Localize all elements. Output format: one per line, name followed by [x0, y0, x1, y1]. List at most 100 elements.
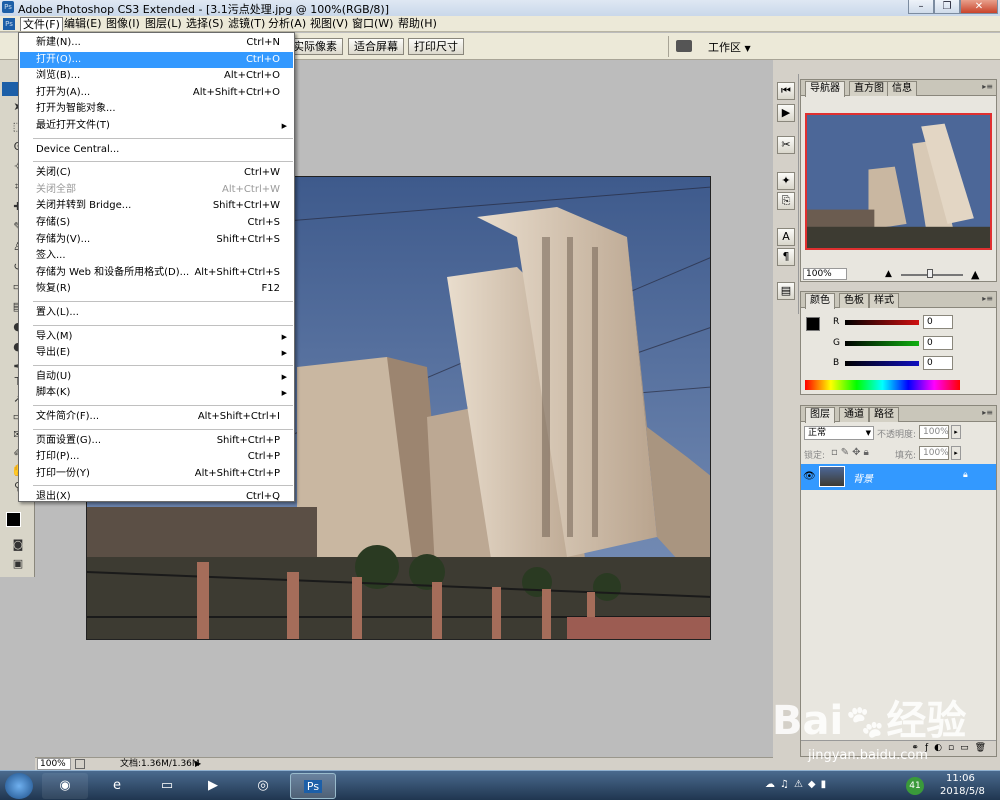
menu-layer[interactable]: 图层(L)	[143, 17, 184, 31]
start-button-icon[interactable]	[5, 773, 33, 799]
layer-comps-panel-icon[interactable]: ▤	[777, 282, 795, 300]
navigator-zoom-thumb[interactable]	[927, 269, 933, 278]
zoom-in-icon[interactable]: ▲	[971, 268, 979, 281]
layer-row[interactable]: 👁︎ 背景 🔒︎	[801, 464, 996, 490]
ie-icon[interactable]: e	[94, 773, 140, 799]
file-menu-item[interactable]: 置入(L)...	[20, 305, 293, 321]
character-panel-icon[interactable]: A	[777, 228, 795, 246]
foreground-color-swatch[interactable]	[6, 512, 21, 527]
menu-image[interactable]: 图像(I)	[104, 17, 142, 31]
close-icon[interactable]: ✕	[960, 0, 998, 14]
history-panel-icon[interactable]: ⏮	[777, 82, 795, 100]
file-menu-item[interactable]: 新建(N)... Ctrl+N	[20, 35, 293, 51]
menu-select[interactable]: 选择(S)	[184, 17, 226, 31]
navigator-zoom-field[interactable]: 100%	[803, 268, 847, 280]
file-menu-item[interactable]: 存储(S) Ctrl+S	[20, 215, 293, 231]
file-menu-item[interactable]: 打印一份(Y) Alt+Shift+Ctrl+P	[20, 466, 293, 482]
file-menu-item[interactable]: 页面设置(G)... Shift+Ctrl+P	[20, 433, 293, 449]
file-menu-item[interactable]: 脚本(K) ▶	[20, 385, 293, 401]
channel-b-input[interactable]: 0	[923, 356, 953, 370]
tab-layers[interactable]: 图层	[805, 407, 835, 423]
file-menu-item[interactable]: 恢复(R) F12	[20, 281, 293, 297]
tool-preset-icon[interactable]	[676, 40, 692, 52]
channel-b-slider[interactable]	[845, 361, 919, 366]
fit-screen-button[interactable]: 适合屏幕	[348, 38, 404, 55]
color-spectrum-bar[interactable]	[805, 380, 960, 390]
opacity-input[interactable]: 100%	[919, 425, 949, 439]
menu-file[interactable]: 文件(F)	[20, 17, 63, 31]
file-menu-item[interactable]: 退出(X) Ctrl+Q	[20, 489, 293, 505]
file-menu-item[interactable]: 导入(M) ▶	[20, 329, 293, 345]
media-player-icon[interactable]: ▶	[190, 773, 236, 799]
clock-time[interactable]: 11:06	[946, 773, 975, 784]
folder-icon[interactable]: ▭	[144, 773, 190, 799]
panel-menu-icon[interactable]: ▸≡	[982, 294, 993, 303]
fill-arrow-icon[interactable]: ▸	[951, 446, 961, 460]
tab-channels[interactable]: 通道	[839, 407, 869, 422]
file-menu-item[interactable]: 最近打开文件(T) ▶	[20, 118, 293, 134]
tool-presets-panel-icon[interactable]: ✂	[777, 136, 795, 154]
file-menu-item[interactable]: 打开为(A)... Alt+Shift+Ctrl+O	[20, 85, 293, 101]
tab-swatches[interactable]: 色板	[839, 293, 869, 308]
minimize-icon[interactable]: –	[908, 0, 934, 14]
tab-histogram[interactable]: 直方图	[849, 81, 889, 96]
file-menu-item[interactable]: 存储为(V)... Shift+Ctrl+S	[20, 232, 293, 248]
panel-menu-icon[interactable]: ▸≡	[982, 408, 993, 417]
file-menu-item[interactable]: 自动(U) ▶	[20, 369, 293, 385]
file-menu-item[interactable]: 关闭并转到 Bridge... Shift+Ctrl+W	[20, 198, 293, 214]
color-foreground-swatch[interactable]	[806, 317, 820, 331]
menu-view[interactable]: 视图(V)	[308, 17, 350, 31]
workspace-button[interactable]: 工作区 ▼	[708, 39, 751, 55]
file-menu-item[interactable]: 打开(O)... Ctrl+O	[20, 51, 293, 68]
clone-source-panel-icon[interactable]: ⎘	[777, 192, 795, 210]
tab-paths[interactable]: 路径	[869, 407, 899, 422]
lock-icons[interactable]: ▫✎✥🔒︎	[831, 447, 872, 458]
file-menu-item[interactable]: 打印(P)... Ctrl+P	[20, 449, 293, 465]
menu-edit[interactable]: 编辑(E)	[62, 17, 104, 31]
file-menu-item[interactable]: 存储为 Web 和设备所用格式(D)... Alt+Shift+Ctrl+S	[20, 265, 293, 281]
tray-badge[interactable]: 41	[906, 777, 924, 795]
menu-filter[interactable]: 滤镜(T)	[226, 17, 267, 31]
file-menu-item[interactable]: 打开为智能对象...	[20, 101, 293, 117]
actions-panel-icon[interactable]: ▶	[777, 104, 795, 122]
panel-menu-icon[interactable]: ▸≡	[982, 82, 993, 91]
eye-icon[interactable]: 👁︎	[803, 471, 816, 482]
tab-styles[interactable]: 样式	[869, 293, 899, 308]
paragraph-panel-icon[interactable]: ¶	[777, 248, 795, 266]
file-menu-item[interactable]: Device Central...	[20, 142, 293, 158]
menu-analysis[interactable]: 分析(A)	[266, 17, 308, 31]
tab-navigator[interactable]: 导航器	[805, 81, 845, 97]
tab-info[interactable]: 信息	[887, 81, 917, 96]
file-menu-item[interactable]: 关闭(C) Ctrl+W	[20, 165, 293, 181]
blend-mode-select[interactable]: 正常 ▼	[804, 426, 874, 440]
zoom-field[interactable]: 100%	[37, 758, 71, 770]
browser-icon[interactable]: ◎	[240, 773, 286, 799]
zoom-out-icon[interactable]: ▲	[885, 269, 892, 279]
menu-help[interactable]: 帮助(H)	[396, 17, 439, 31]
file-menu-item[interactable]: 导出(E) ▶	[20, 345, 293, 361]
restore-icon[interactable]: ❐	[934, 0, 960, 14]
print-size-button[interactable]: 打印尺寸	[408, 38, 464, 55]
channel-r-slider[interactable]	[845, 320, 919, 325]
channel-g-input[interactable]: 0	[923, 336, 953, 350]
actual-pixels-button[interactable]: 实际像素	[287, 38, 343, 55]
file-menu-item[interactable]: 签入...	[20, 248, 293, 264]
photoshop-menu-icon[interactable]: Ps	[3, 18, 15, 30]
taskbar-app-icon[interactable]: ◉	[42, 773, 88, 799]
layer-name[interactable]: 背景	[853, 470, 873, 485]
navigator-preview[interactable]	[805, 113, 992, 250]
status-menu-icon[interactable]	[75, 759, 85, 769]
photoshop-taskbar-button[interactable]: Ps	[290, 773, 336, 799]
fill-input[interactable]: 100%	[919, 446, 949, 460]
system-tray-icons[interactable]: ☁♫⚠◆▮	[765, 779, 831, 790]
menu-window[interactable]: 窗口(W)	[350, 17, 395, 31]
file-menu-item[interactable]: 浏览(B)... Alt+Ctrl+O	[20, 68, 293, 84]
channel-g-slider[interactable]	[845, 341, 919, 346]
file-menu-item[interactable]: 文件简介(F)... Alt+Shift+Ctrl+I	[20, 409, 293, 425]
chevron-right-icon[interactable]: ▶	[195, 759, 201, 768]
opacity-arrow-icon[interactable]: ▸	[951, 425, 961, 439]
screen-mode-icon[interactable]: ▣	[10, 557, 26, 571]
quick-mask-icon[interactable]: ◙	[10, 538, 26, 552]
clock-date[interactable]: 2018/5/8	[940, 786, 985, 797]
channel-r-input[interactable]: 0	[923, 315, 953, 329]
